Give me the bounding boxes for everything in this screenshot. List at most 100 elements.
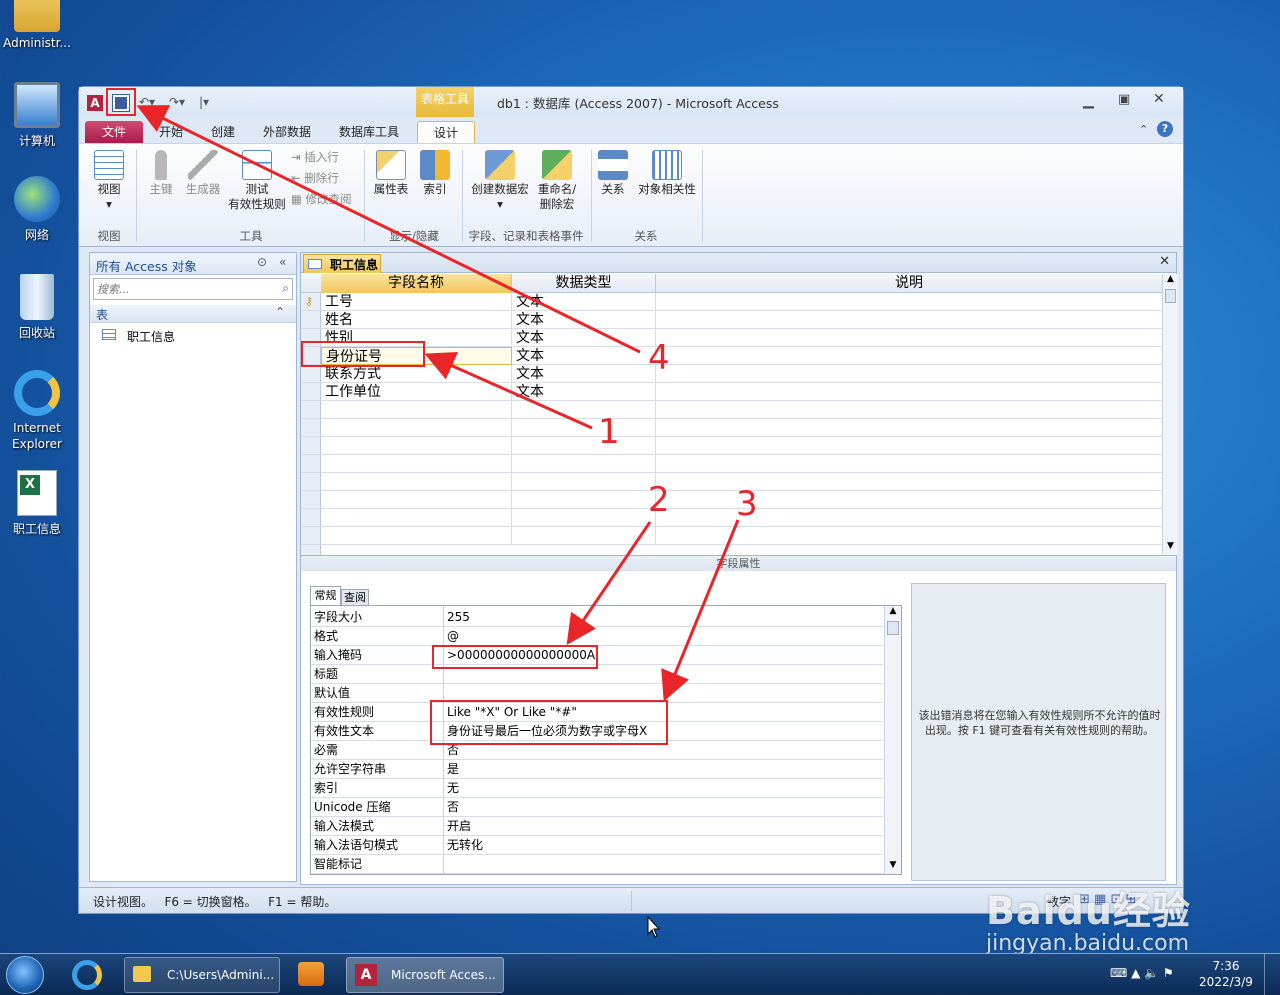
nav-menu-icon[interactable]: ⊙ — [257, 255, 267, 269]
field-name-cell[interactable]: 姓名 — [321, 311, 512, 329]
property-row[interactable]: 格式 @ — [311, 627, 883, 646]
primary-key-button[interactable]: 主键 — [141, 150, 181, 197]
close-document-icon[interactable]: ✕ — [1159, 254, 1170, 269]
description-cell[interactable] — [656, 383, 1162, 401]
field-name-cell[interactable] — [321, 491, 512, 509]
table-row[interactable] — [301, 473, 1162, 491]
field-name-cell[interactable] — [321, 527, 512, 545]
scroll-thumb[interactable] — [1165, 289, 1176, 303]
field-name-cell[interactable] — [321, 401, 512, 419]
property-row[interactable]: Unicode 压缩 否 — [311, 798, 883, 817]
header-data-type[interactable]: 数据类型 — [512, 274, 656, 293]
description-cell[interactable] — [656, 473, 1162, 491]
tab-file[interactable]: 文件 — [85, 121, 143, 143]
property-row[interactable]: 输入法模式 开启 — [311, 817, 883, 836]
data-type-cell[interactable] — [512, 509, 656, 527]
delete-row-button[interactable]: ⇤ 删除行 — [291, 171, 361, 186]
show-desktop-button[interactable] — [1264, 954, 1280, 995]
description-cell[interactable] — [656, 329, 1162, 347]
table-row[interactable] — [301, 455, 1162, 473]
desktop-icon-network[interactable]: 网络 — [2, 176, 72, 243]
minimize-icon[interactable]: ▁ — [1083, 93, 1094, 109]
description-cell[interactable] — [656, 419, 1162, 437]
builder-button[interactable]: 生成器 — [181, 150, 225, 197]
field-name-cell[interactable] — [321, 455, 512, 473]
test-validation-button[interactable]: 测试 有效性规则 — [225, 150, 289, 212]
property-row[interactable]: 智能标记 — [311, 855, 883, 874]
collapse-pane-icon[interactable]: « — [279, 255, 286, 269]
data-type-cell[interactable] — [512, 455, 656, 473]
desktop-icon-computer[interactable]: 计算机 — [2, 82, 72, 149]
desktop-icon-excel[interactable]: X 职工信息 — [2, 470, 72, 537]
properties-tab-general[interactable]: 常规 — [310, 586, 341, 605]
desktop-icon-admin[interactable]: Administr... — [2, 0, 72, 50]
start-button[interactable] — [6, 956, 44, 994]
table-row[interactable] — [301, 527, 1162, 545]
description-cell[interactable] — [656, 527, 1162, 545]
properties-scrollbar[interactable]: ▲ ▼ — [884, 606, 901, 874]
table-row[interactable]: 性别 文本 — [301, 329, 1162, 347]
nav-section-tables[interactable]: 表 ⌃ — [90, 305, 296, 323]
properties-tab-lookup[interactable]: 查阅 — [341, 589, 369, 605]
tab-create[interactable]: 创建 — [211, 121, 235, 143]
field-name-cell[interactable] — [321, 437, 512, 455]
scroll-thumb[interactable] — [887, 621, 899, 635]
data-type-cell[interactable]: 文本 — [512, 311, 656, 329]
table-row[interactable] — [301, 419, 1162, 437]
description-cell[interactable] — [656, 509, 1162, 527]
nav-header[interactable]: 所有 Access 对象 ⊙ « — [90, 253, 296, 275]
undo-icon[interactable]: ↶▾ — [139, 95, 155, 112]
property-value[interactable]: 否 — [447, 798, 459, 817]
data-type-cell[interactable]: 文本 — [512, 329, 656, 347]
field-name-cell[interactable] — [321, 419, 512, 437]
tab-external-data[interactable]: 外部数据 — [263, 121, 311, 143]
header-field-name[interactable]: 字段名称 — [321, 274, 512, 293]
ribbon-minimize-icon[interactable]: ⌃ — [1139, 123, 1148, 136]
data-type-cell[interactable] — [512, 437, 656, 455]
access-logo-icon[interactable]: A — [87, 95, 103, 111]
redo-icon[interactable]: ↷▾ — [169, 95, 185, 112]
maximize-icon[interactable]: ▣ — [1118, 92, 1130, 107]
data-type-cell[interactable]: 文本 — [512, 383, 656, 401]
indexes-button[interactable]: 索引 — [415, 150, 455, 197]
table-row[interactable]: 工作单位 文本 — [301, 383, 1162, 401]
table-row[interactable] — [301, 491, 1162, 509]
ie-taskbar-icon[interactable] — [72, 960, 102, 990]
customize-qat-icon[interactable]: |▾ — [199, 95, 209, 112]
description-cell[interactable] — [656, 311, 1162, 329]
media-player-taskbar-icon[interactable] — [298, 962, 324, 986]
tab-home[interactable]: 开始 — [159, 121, 183, 143]
header-description[interactable]: 说明 — [656, 274, 1162, 293]
table-row[interactable] — [301, 401, 1162, 419]
search-input[interactable] — [94, 279, 274, 299]
field-name-cell[interactable]: 联系方式 — [321, 365, 512, 383]
nav-item-table[interactable]: 职工信息 — [90, 325, 296, 347]
grid-scrollbar[interactable]: ▲ ▼ — [1162, 274, 1178, 555]
description-cell[interactable] — [656, 293, 1162, 311]
data-type-cell[interactable] — [512, 473, 656, 491]
scroll-up-icon[interactable]: ▲ — [885, 606, 901, 620]
desktop-icon-recycle[interactable]: 回收站 — [2, 274, 72, 341]
field-name-cell[interactable]: 工作单位 — [321, 383, 512, 401]
field-name-cell[interactable]: 工号 — [321, 293, 512, 311]
object-dependencies-button[interactable]: 对象相关性 — [635, 150, 699, 197]
desktop-icon-ie[interactable]: Internet Explorer — [2, 370, 72, 452]
description-cell[interactable] — [656, 437, 1162, 455]
modify-lookup-button[interactable]: ▦ 修改查阅 — [291, 192, 371, 207]
scroll-down-icon[interactable]: ▼ — [885, 860, 901, 874]
property-value[interactable]: @ — [447, 627, 459, 646]
table-row[interactable]: 联系方式 文本 — [301, 365, 1162, 383]
property-value[interactable]: 无 — [447, 779, 459, 798]
property-row[interactable]: 索引 无 — [311, 779, 883, 798]
taskbar-access[interactable]: A Microsoft Acces... — [346, 957, 504, 993]
table-row[interactable]: 工号 文本 — [301, 293, 1162, 311]
taskbar-explorer[interactable]: C:\Users\Admini... — [124, 957, 280, 993]
property-row[interactable]: 输入法语句模式 无转化 — [311, 836, 883, 855]
scroll-down-icon[interactable]: ▼ — [1163, 541, 1178, 555]
property-value[interactable]: 是 — [447, 760, 459, 779]
data-type-cell[interactable]: 文本 — [512, 293, 656, 311]
property-value[interactable]: 无转化 — [447, 836, 483, 855]
table-row[interactable] — [301, 437, 1162, 455]
data-type-cell[interactable] — [512, 527, 656, 545]
scroll-up-icon[interactable]: ▲ — [1163, 274, 1178, 288]
